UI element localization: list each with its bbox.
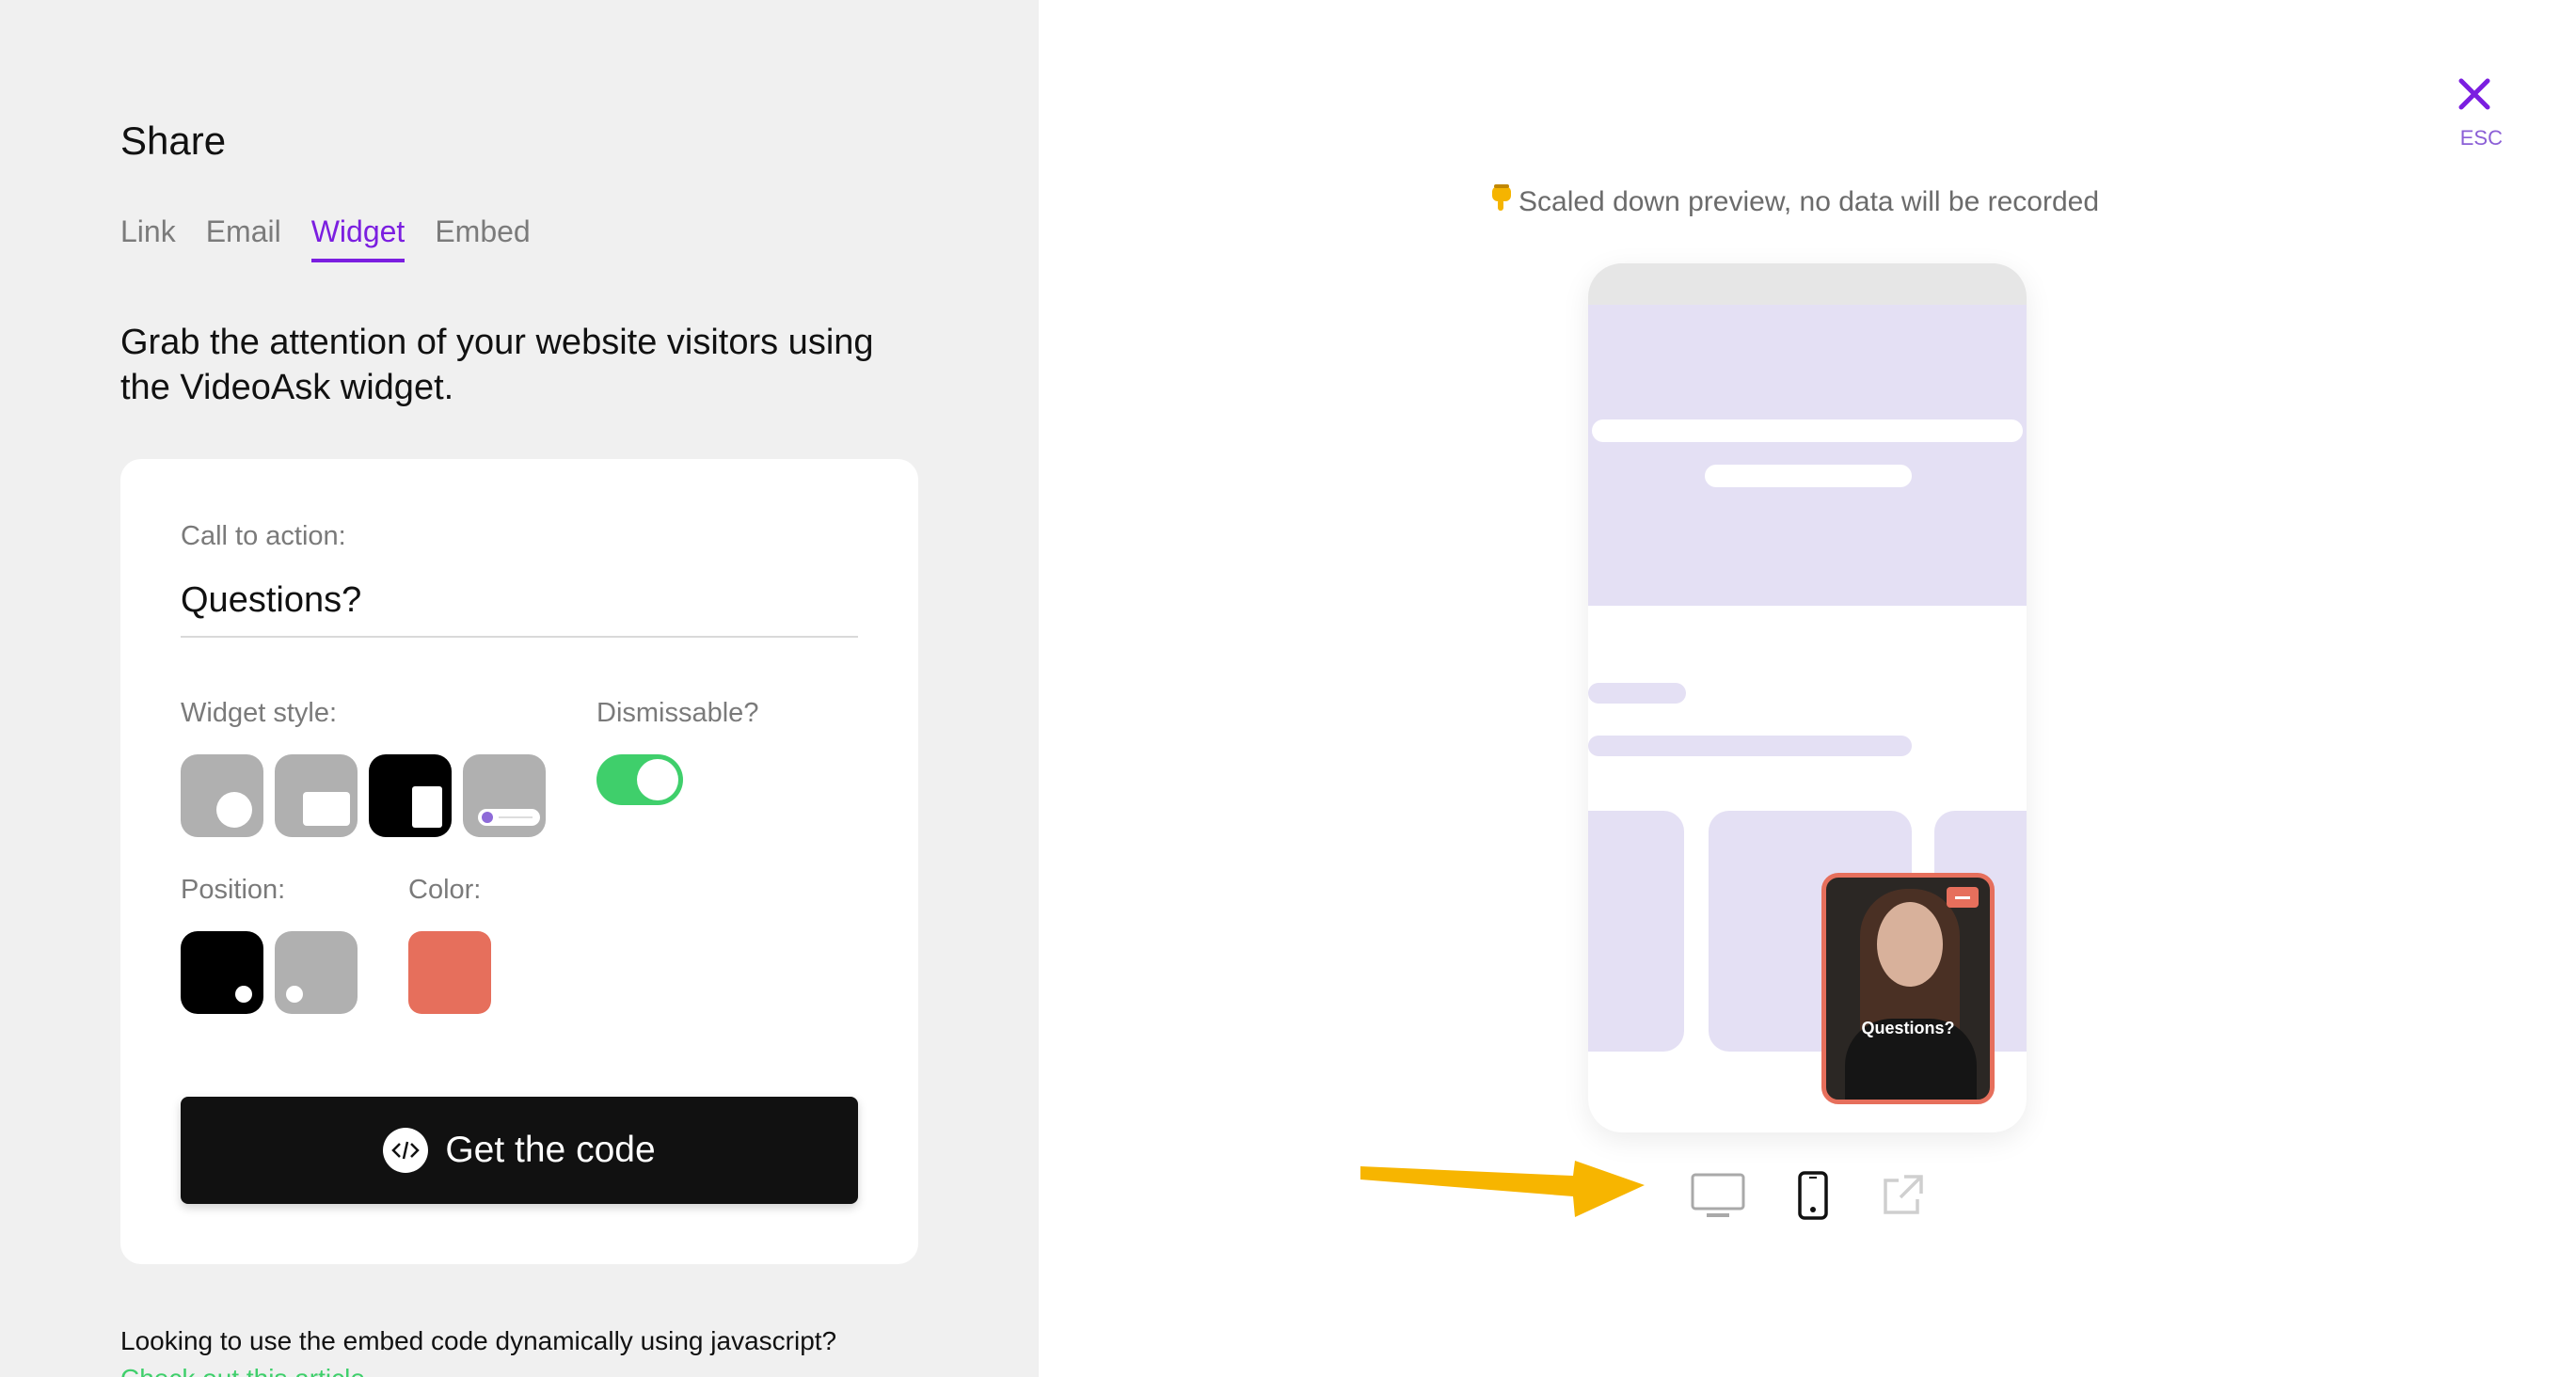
circle-shape-icon — [216, 792, 252, 828]
tab-widget[interactable]: Widget — [310, 214, 405, 262]
footer-article-link[interactable]: Check out this article — [120, 1364, 365, 1377]
mobile-icon[interactable] — [1797, 1170, 1829, 1221]
bottom-right-dot-icon — [235, 986, 252, 1003]
minimize-icon[interactable] — [1947, 887, 1979, 908]
get-code-label: Get the code — [445, 1130, 656, 1170]
widget-style-options — [181, 754, 546, 837]
cta-input[interactable] — [181, 564, 858, 638]
hero-line — [1592, 419, 2023, 442]
style-bubble-option[interactable] — [181, 754, 263, 837]
content-line — [1588, 736, 1912, 756]
style-bar-option[interactable] — [463, 754, 546, 837]
share-panel: Share Link Email Widget Embed Grab the a… — [0, 0, 1039, 1377]
arrow-right-icon — [1360, 1161, 1645, 1217]
bottom-left-dot-icon — [286, 986, 303, 1003]
tab-email[interactable]: Email — [206, 214, 281, 262]
preview-note: Scaled down preview, no data will be rec… — [1488, 184, 2099, 220]
tab-link[interactable]: Link — [120, 214, 176, 262]
style-box-option[interactable] — [275, 754, 358, 837]
color-label: Color: — [408, 875, 482, 905]
widget-settings-card: Call to action: Widget style: Dismissabl… — [120, 459, 918, 1264]
pill-shape-icon — [478, 809, 540, 826]
code-icon — [383, 1128, 429, 1173]
desktop-icon[interactable] — [1690, 1172, 1746, 1219]
position-bottom-left-option[interactable] — [275, 931, 358, 1014]
rectangle-shape-icon — [303, 792, 350, 826]
panel-title: Share — [120, 119, 227, 163]
toggle-knob — [637, 759, 678, 800]
widget-style-label: Widget style: — [181, 698, 337, 728]
widget-caption: Questions? — [1861, 1019, 1955, 1037]
pointing-down-icon — [1488, 184, 1515, 220]
content-line — [1588, 683, 1686, 704]
footer-question: Looking to use the embed code dynamicall… — [120, 1326, 837, 1355]
position-bottom-right-option[interactable] — [181, 931, 263, 1014]
close-button[interactable] — [2448, 75, 2501, 118]
color-swatch[interactable] — [408, 931, 491, 1014]
phone-hero-block — [1588, 305, 2027, 606]
dismissable-label: Dismissable? — [596, 698, 759, 728]
dismissable-toggle[interactable] — [596, 754, 683, 805]
cta-label: Call to action: — [181, 521, 346, 551]
external-link-icon[interactable] — [1880, 1173, 1925, 1218]
hero-line — [1705, 465, 1912, 487]
portrait-shape-icon — [412, 786, 442, 828]
content-card — [1588, 811, 1684, 1052]
device-switcher — [1690, 1170, 1925, 1221]
position-label: Position: — [181, 875, 286, 905]
preview-note-text: Scaled down preview, no data will be rec… — [1519, 186, 2100, 217]
style-portrait-option[interactable] — [369, 754, 452, 837]
position-options — [181, 931, 358, 1014]
close-icon — [2458, 78, 2490, 110]
widget-preview[interactable]: Questions? — [1821, 873, 1995, 1104]
tab-embed[interactable]: Embed — [435, 214, 530, 262]
preview-panel: ESC Scaled down preview, no data will be… — [1039, 0, 2576, 1377]
get-code-button[interactable]: Get the code — [181, 1097, 858, 1204]
share-tabs: Link Email Widget Embed — [120, 214, 531, 262]
phone-top-bar — [1588, 263, 2027, 305]
esc-label: ESC — [2459, 126, 2503, 150]
page-headline: Grab the attention of your website visit… — [120, 323, 874, 407]
